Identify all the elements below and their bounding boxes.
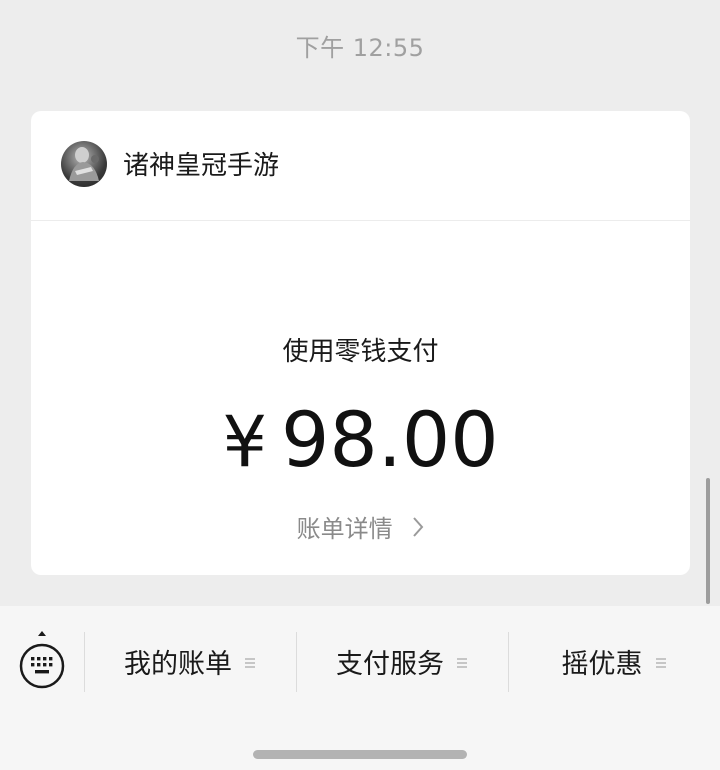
menu-item-label: 摇优惠 [561,648,643,680]
menu-item-label: 我的账单 [124,648,232,680]
home-indicator[interactable] [253,750,467,759]
card-header[interactable]: 诸神皇冠手游 [31,111,690,221]
chevron-right-icon [412,516,424,544]
menu-lines-icon [244,646,256,677]
scrollbar[interactable] [706,478,710,604]
payment-method-label: 使用零钱支付 [282,337,439,367]
menu-item-label: 支付服务 [336,648,444,680]
avatar-figure-icon [69,147,99,181]
merchant-name: 诸神皇冠手游 [123,151,280,181]
payment-notification-card[interactable]: 诸神皇冠手游 使用零钱支付 ¥98.00 账单详情 [31,111,690,575]
keyboard-toggle-button[interactable] [14,630,70,692]
bill-details-link[interactable]: 账单详情 [31,509,690,544]
currency-symbol: ¥ [222,401,267,483]
menu-lines-icon [456,646,468,677]
menu-payment-services[interactable]: 支付服务 [297,632,507,690]
bill-details-label: 账单详情 [296,515,393,543]
merchant-avatar[interactable] [61,141,107,187]
payment-amount: ¥98.00 [31,395,690,487]
keyboard-icon [19,631,65,689]
menu-my-bills[interactable]: 我的账单 [85,632,295,690]
menu-shake-discounts[interactable]: 摇优惠 [509,632,719,690]
amount-value: 98.00 [280,395,499,484]
bottom-menu-bar: 我的账单 支付服务 摇优惠 [0,606,720,770]
menu-lines-icon [655,646,667,677]
message-timestamp: 下午 12:55 [295,34,425,62]
